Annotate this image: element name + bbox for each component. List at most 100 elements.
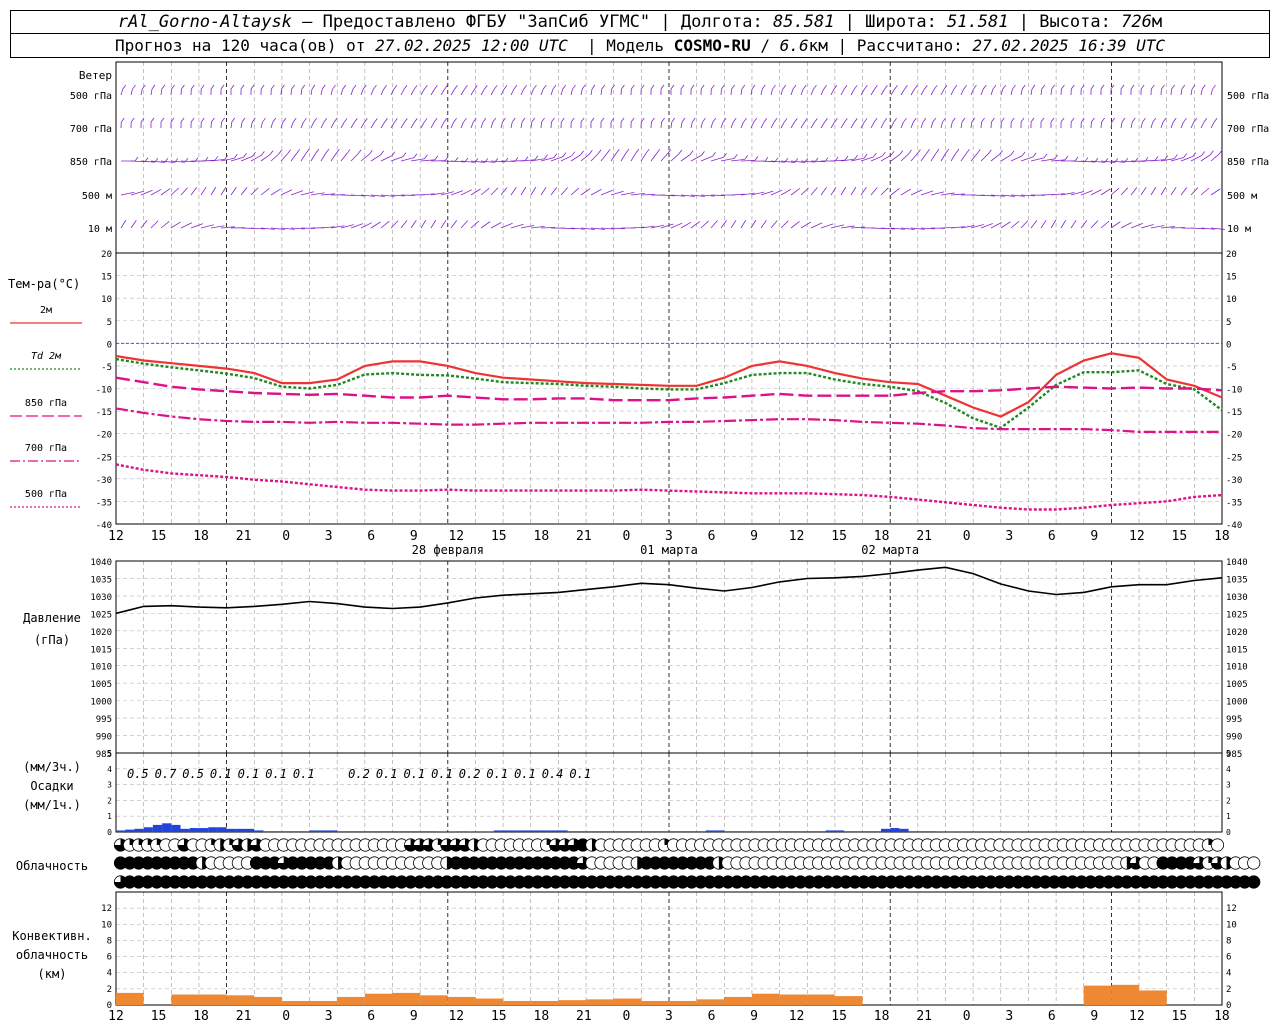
wind-barb [870, 187, 878, 196]
wind-barb-tick [761, 84, 766, 90]
wind-barb [910, 153, 918, 162]
date-label: 01 марта [640, 543, 698, 557]
temp-ytick-right: -10 [1226, 386, 1242, 396]
precip-bar [632, 831, 642, 832]
wind-barb [260, 187, 270, 196]
conv-bar [1111, 984, 1140, 1005]
wind-barb-tick [180, 117, 185, 123]
temp-ytick-left: 5 [107, 318, 112, 328]
wind-barb [470, 89, 475, 96]
wind-barb-tick [1051, 84, 1055, 90]
wind-barb [490, 89, 495, 96]
wind-barb-tick [953, 85, 958, 90]
wind-barb-tick [1150, 84, 1155, 90]
wind-barb [290, 122, 294, 129]
wind-barb-tick [1060, 117, 1065, 123]
wind-barb-tick [1183, 117, 1187, 123]
precip-title: Осадки [30, 779, 73, 793]
wind-barb [330, 88, 333, 96]
wind-barb [990, 154, 1000, 162]
wind-barb-tick [863, 118, 868, 123]
wind-barb-tick [731, 84, 735, 90]
conv-bar [834, 996, 863, 1005]
wind-barb [860, 187, 867, 196]
wind-barb-tick [301, 84, 306, 90]
wind-barb [870, 89, 875, 96]
wind-barb-tick [342, 84, 347, 90]
pressure-ytick-left: 1010 [90, 663, 112, 673]
precip-bar [650, 831, 660, 832]
wind-barb-tick [651, 117, 655, 123]
wind-barb [350, 88, 354, 96]
wind-barb [400, 220, 408, 229]
meteogram: Ветер 500 гПа 500 гПа 700 гПа 700 гПа 850 гПа… [8, 61, 1269, 1024]
precip-bar [927, 831, 937, 832]
wind-barb [580, 88, 583, 96]
wind-barb-tick [744, 155, 749, 160]
wind-barb-tick [531, 117, 536, 123]
wind-barb-tick [741, 84, 746, 90]
time-tick-label: 3 [1005, 529, 1013, 544]
time-tick-label-bottom: 6 [1048, 1009, 1056, 1024]
wind-barb-tick [369, 150, 373, 155]
wind-barb-tick [1030, 117, 1035, 123]
wind-barb [1140, 121, 1143, 129]
wind-barb [1010, 155, 1023, 162]
wind-barb [430, 219, 437, 229]
wind-barb-tick [150, 117, 155, 123]
wind-barb-tick [680, 84, 685, 90]
temp-title: Тем-ра(°C) [8, 277, 80, 291]
time-tick-label-bottom: 21 [576, 1009, 592, 1024]
wind-barb [250, 187, 259, 196]
wind-barb [880, 122, 885, 129]
wind-barb-tick [606, 149, 611, 154]
precip-bar [374, 831, 384, 832]
wind-barb [570, 154, 581, 162]
time-tick-label-bottom: 12 [1129, 1009, 1145, 1024]
precip-ytick-left: 2 [107, 796, 112, 805]
precip-3h-amount: 0.2 [348, 767, 370, 781]
wind-barb-tick [630, 84, 635, 90]
precip-bar [696, 831, 706, 832]
wind-barb-tick [874, 85, 878, 90]
wind-barb-tick [272, 117, 277, 123]
precip-bar [217, 827, 227, 832]
wind-barb [700, 220, 709, 229]
temp-legend-label: 2м [40, 305, 52, 316]
wind-barb [810, 122, 815, 129]
wind-barb-tick [773, 118, 778, 123]
wind-barb-tick [404, 118, 408, 123]
wind-barb [440, 122, 445, 129]
time-tick-label: 3 [325, 529, 333, 544]
precip-bar [226, 828, 236, 832]
wind-barb-tick [220, 84, 225, 90]
wind-barb-tick [305, 148, 310, 154]
precip-3h-amount: 0.2 [459, 767, 481, 781]
wind-barb [580, 153, 590, 162]
wind-barb [750, 122, 755, 129]
wind-barb [680, 221, 692, 229]
wind-barb-tick [562, 84, 567, 90]
wind-barb [690, 221, 701, 229]
wind-barb-tick [542, 84, 547, 90]
precip-bar [641, 831, 651, 832]
wind-barb [380, 89, 385, 96]
time-tick-label-bottom: 21 [916, 1009, 932, 1024]
precip-bar [604, 831, 614, 832]
precip-ytick-left: 3 [107, 781, 112, 790]
wind-barb [710, 121, 714, 129]
wind-barb [1100, 220, 1110, 229]
temp-ytick-left: 0 [107, 340, 112, 350]
precip-3h-amount: 0.7 [155, 767, 177, 781]
precip-bar [724, 831, 734, 832]
wind-barb-tick [611, 84, 615, 90]
conv-bar [281, 1000, 310, 1005]
wind-barb [700, 121, 703, 129]
wind-barb-tick [1043, 153, 1048, 159]
wind-barb-tick [1070, 84, 1075, 90]
time-tick-label-bottom: 18 [1214, 1009, 1230, 1024]
wind-barb [330, 153, 337, 162]
time-tick-label: 18 [1214, 529, 1230, 544]
conv-bar [696, 999, 725, 1005]
wind-barb-tick [1050, 117, 1055, 123]
